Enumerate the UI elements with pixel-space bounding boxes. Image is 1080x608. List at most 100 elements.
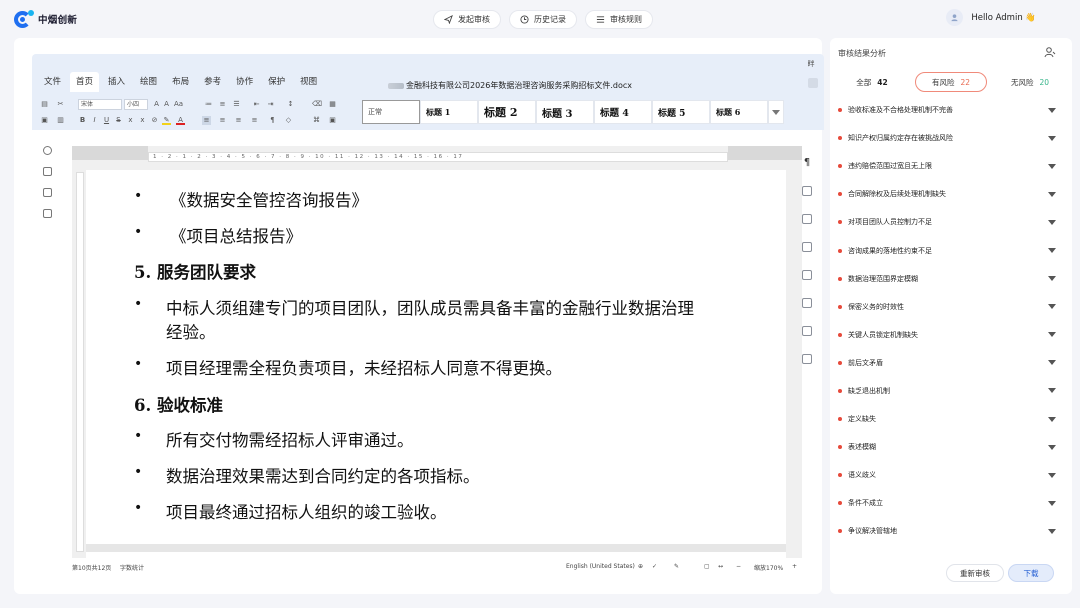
chevron-down-icon[interactable] xyxy=(1048,388,1056,394)
tab-no-risk[interactable]: 无风险 20 xyxy=(994,72,1066,92)
chevron-down-icon[interactable] xyxy=(1048,163,1056,169)
menu-insert[interactable]: 插入 xyxy=(102,72,131,92)
list-item[interactable]: 违约赔偿范围过宽且无上限 xyxy=(830,152,1072,180)
font-family-select[interactable]: 宋体 xyxy=(78,99,122,110)
list-item[interactable]: 前后文矛盾 xyxy=(830,349,1072,377)
italic-icon[interactable]: I xyxy=(90,116,99,125)
chart-icon[interactable] xyxy=(802,298,812,308)
style-heading-3[interactable]: 标题 3 xyxy=(536,100,594,124)
word-count-button[interactable]: 字数统计 xyxy=(120,563,144,572)
fit-page-icon[interactable]: ▢ xyxy=(704,563,710,570)
horizontal-ruler[interactable]: 1 · 2 · 1 · 2 · 3 · 4 · 5 · 6 · 7 · 8 · … xyxy=(148,152,728,162)
avatar[interactable] xyxy=(946,9,964,26)
highlight-icon[interactable]: ✎ xyxy=(162,116,171,125)
menu-references[interactable]: 参考 xyxy=(198,72,227,92)
clear-format-icon[interactable]: ⊘ xyxy=(150,116,159,125)
user-settings-icon[interactable] xyxy=(1044,46,1056,58)
underline-icon[interactable]: U xyxy=(102,116,111,125)
increase-indent-icon[interactable]: ⇥ xyxy=(266,100,275,109)
menu-layout[interactable]: 布局 xyxy=(166,72,195,92)
menu-draw[interactable]: 绘图 xyxy=(134,72,163,92)
paragraph-settings-icon[interactable]: ¶ xyxy=(802,158,812,168)
bold-icon[interactable]: B xyxy=(78,116,87,125)
align-right-icon[interactable]: ≡ xyxy=(234,116,243,125)
text-art-icon[interactable] xyxy=(802,326,812,336)
styles-pane-icon[interactable]: ▣ xyxy=(328,116,337,125)
list-item[interactable]: 对项目团队人员控制力不足 xyxy=(830,208,1072,236)
copy-icon[interactable]: ▣ xyxy=(40,116,49,125)
style-heading-6[interactable]: 标题 6 xyxy=(710,100,768,124)
chevron-down-icon[interactable] xyxy=(1048,528,1056,534)
chevron-down-icon[interactable] xyxy=(1048,500,1056,506)
list-item[interactable]: 关键人员锁定机制缺失 xyxy=(830,321,1072,349)
mail-merge-icon[interactable] xyxy=(802,354,812,364)
chevron-down-icon[interactable] xyxy=(1048,332,1056,338)
chevron-down-icon[interactable] xyxy=(1048,304,1056,310)
paragraph-mark-icon[interactable]: ¶ xyxy=(268,116,277,125)
eraser-icon[interactable]: ⌫ xyxy=(312,100,322,109)
bullet-list-icon[interactable]: ≔ xyxy=(204,100,213,109)
comment-icon[interactable] xyxy=(42,167,52,176)
download-button[interactable]: 下载 xyxy=(1008,564,1054,582)
zoom-level[interactable]: 缩放170% xyxy=(754,563,783,572)
vertical-ruler[interactable] xyxy=(76,172,84,552)
navigation-icon[interactable] xyxy=(42,209,52,218)
style-heading-4[interactable]: 标题 4 xyxy=(594,100,652,124)
justify-icon[interactable]: ≡ xyxy=(250,116,259,125)
multilevel-list-icon[interactable]: ☰ xyxy=(232,100,241,109)
menu-collaborate[interactable]: 协作 xyxy=(230,72,259,92)
list-item[interactable]: 缺乏退出机制 xyxy=(830,377,1072,405)
shape-icon[interactable] xyxy=(802,270,812,280)
style-heading-2[interactable]: 标题 2 xyxy=(478,100,536,124)
list-item[interactable]: 争议解决管辖地 xyxy=(830,517,1072,545)
style-painter-icon[interactable]: ⌘ xyxy=(312,116,321,125)
list-item[interactable]: 保密义务的时效性 xyxy=(830,293,1072,321)
chevron-down-icon[interactable] xyxy=(1048,276,1056,282)
style-normal[interactable]: 正常 xyxy=(362,100,420,124)
ribbon-corner-button[interactable]: 眫 xyxy=(804,57,818,71)
menu-protect[interactable]: 保护 xyxy=(262,72,291,92)
list-item[interactable]: 合同解除权及后续处理机制缺失 xyxy=(830,180,1072,208)
align-left-icon[interactable]: ≡ xyxy=(202,116,211,125)
font-size-select[interactable]: 小四 xyxy=(124,99,148,110)
list-item[interactable]: 咨询成果的落地性约束不足 xyxy=(830,236,1072,264)
strikethrough-icon[interactable]: S xyxy=(114,116,123,125)
tab-all[interactable]: 全部 42 xyxy=(836,72,908,92)
list-item[interactable]: 验收标准及不合格处理机制不完善 xyxy=(830,96,1072,124)
list-item[interactable]: 定义缺失 xyxy=(830,405,1072,433)
audit-rules-button[interactable]: 审核规则 xyxy=(585,10,653,29)
menu-view[interactable]: 视图 xyxy=(294,72,323,92)
chevron-down-icon[interactable] xyxy=(1048,135,1056,141)
paste-icon[interactable]: ▤ xyxy=(40,100,49,109)
list-item[interactable]: 表述模糊 xyxy=(830,433,1072,461)
menu-file[interactable]: 文件 xyxy=(38,72,67,92)
list-item[interactable]: 数据治理范围界定模糊 xyxy=(830,265,1072,293)
track-changes-icon[interactable]: ✎ xyxy=(674,563,679,570)
chevron-down-icon[interactable] xyxy=(1048,416,1056,422)
align-center-icon[interactable]: ≡ xyxy=(218,116,227,125)
tab-has-risk[interactable]: 有风险 22 xyxy=(915,72,987,92)
zoom-in-icon[interactable]: + xyxy=(792,563,797,570)
start-audit-button[interactable]: 发起审核 xyxy=(433,10,501,29)
borders-icon[interactable]: ▦ xyxy=(328,100,337,109)
chevron-down-icon[interactable] xyxy=(1048,107,1056,113)
user-menu[interactable]: Hello Admin 👋 xyxy=(946,9,1036,26)
decrease-indent-icon[interactable]: ⇤ xyxy=(252,100,261,109)
shrink-font-icon[interactable]: A xyxy=(162,100,171,109)
document-page[interactable]: • 《数据安全管控咨询报告》 • 《项目总结报告》 5. 服务团队要求 • 中标… xyxy=(86,170,786,558)
superscript-icon[interactable]: x xyxy=(138,116,147,125)
horizontal-scrollbar[interactable] xyxy=(86,544,786,552)
search-icon[interactable] xyxy=(42,146,52,155)
style-gallery-expand[interactable] xyxy=(768,100,784,124)
style-heading-5[interactable]: 标题 5 xyxy=(652,100,710,124)
format-painter-icon[interactable]: ▥ xyxy=(56,116,65,125)
history-button[interactable]: 历史记录 xyxy=(509,10,577,29)
app-logo[interactable]: 中烟创新 xyxy=(14,10,77,28)
list-item[interactable]: 知识产权归属约定存在被挑战风险 xyxy=(830,124,1072,152)
chevron-down-icon[interactable] xyxy=(1048,191,1056,197)
table-icon[interactable] xyxy=(802,186,812,196)
list-item[interactable]: 语义歧义 xyxy=(830,461,1072,489)
ribbon-collapse-button[interactable] xyxy=(808,78,818,88)
image-icon[interactable] xyxy=(802,214,812,224)
grow-font-icon[interactable]: A xyxy=(152,100,161,109)
